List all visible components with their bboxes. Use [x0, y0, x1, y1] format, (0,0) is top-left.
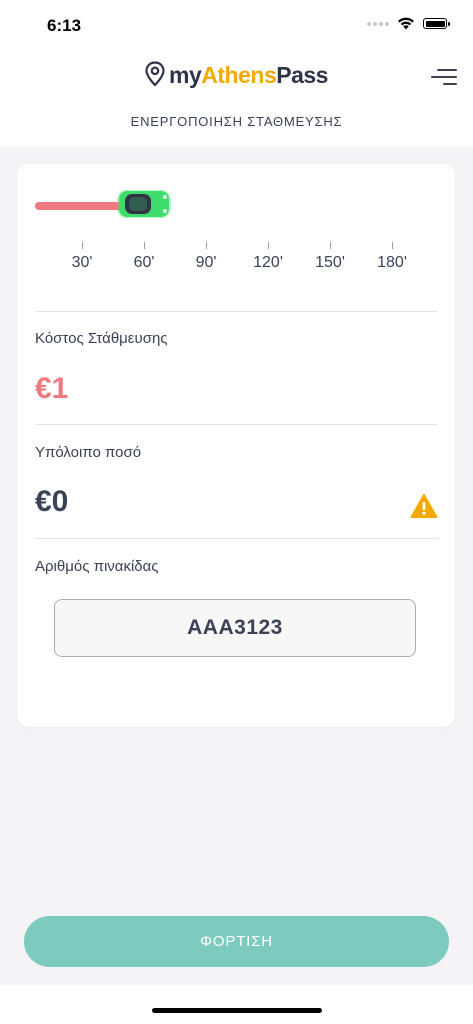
duration-ticks: 30' 60' 90' 120' 150' 180' [17, 242, 455, 282]
tick-90[interactable]: 90' [186, 242, 226, 272]
duration-slider-thumb[interactable] [115, 187, 173, 221]
tick-30[interactable]: 30' [62, 242, 102, 272]
logo-text-athens: Athens [201, 62, 277, 88]
menu-icon[interactable] [429, 66, 457, 88]
balance-value: €0 [35, 485, 69, 518]
tick-60[interactable]: 60' [124, 242, 164, 272]
battery-icon [423, 18, 450, 29]
car-icon [117, 190, 171, 218]
signal-icon [367, 21, 389, 26]
wifi-icon [398, 17, 414, 30]
status-bar: 6:13 [0, 0, 473, 50]
home-indicator[interactable] [152, 1008, 322, 1013]
bottom-safe-area [0, 985, 473, 1024]
divider [35, 538, 438, 539]
cost-value: €1 [35, 372, 69, 405]
logo-text-pass: Pass [276, 62, 328, 88]
cost-label: Κόστος Στάθμευσης [35, 330, 168, 347]
location-pin-icon [145, 61, 165, 87]
tick-180[interactable]: 180' [372, 242, 412, 272]
charge-button[interactable]: ΦΟΡΤΙΣΗ [24, 916, 449, 967]
parking-card: 30' 60' 90' 120' 150' 180' Κόστος Στάθμε… [17, 164, 455, 727]
status-icons [367, 17, 450, 30]
app-header: myAthensPass ΕΝΕΡΓΟΠΟΙΗΣΗ ΣΤΑΘΜΕΥΣΗΣ [0, 50, 473, 146]
app-logo: myAthensPass [0, 61, 473, 90]
tick-150[interactable]: 150' [310, 242, 350, 272]
balance-label: Υπόλοιπο ποσό [35, 444, 142, 461]
logo-text-my: my [169, 62, 202, 88]
status-time: 6:13 [47, 16, 82, 35]
plate-label: Αριθμός πινακίδας [35, 558, 159, 575]
page-title: ΕΝΕΡΓΟΠΟΙΗΣΗ ΣΤΑΘΜΕΥΣΗΣ [130, 114, 343, 129]
plate-value: AAA3123 [187, 616, 283, 639]
divider [35, 424, 438, 425]
plate-field[interactable]: AAA3123 [54, 599, 416, 657]
divider [35, 311, 438, 312]
warning-icon[interactable] [410, 493, 438, 519]
tick-120[interactable]: 120' [248, 242, 288, 272]
